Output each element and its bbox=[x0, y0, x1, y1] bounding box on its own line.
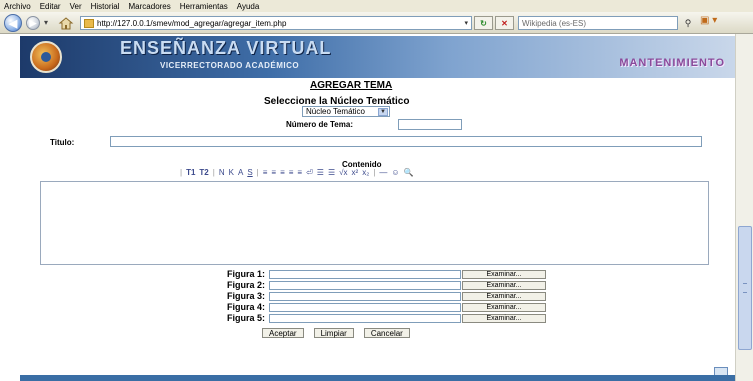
heading2-button[interactable]: T2 bbox=[199, 168, 208, 177]
align-center-icon[interactable]: ≡ bbox=[271, 168, 276, 177]
stop-button[interactable]: ✕ bbox=[495, 16, 514, 30]
figura-label: Figura 5: bbox=[226, 313, 265, 323]
menu-ver[interactable]: Ver bbox=[70, 2, 82, 11]
figura-file-input[interactable] bbox=[269, 269, 461, 279]
figura-label: Figura 4: bbox=[226, 302, 265, 312]
menu-herramientas[interactable]: Herramientas bbox=[180, 2, 228, 11]
history-dropdown-icon[interactable]: ▾ bbox=[44, 18, 48, 27]
browser-navbar: ◀ ▶ ▾ http://127.0.0.1/smev/mod_agregar/… bbox=[0, 12, 753, 34]
figura-file-input[interactable] bbox=[269, 280, 461, 290]
menu-marcadores[interactable]: Marcadores bbox=[129, 2, 171, 11]
figura-label: Figura 1: bbox=[226, 269, 265, 279]
footer-bar bbox=[20, 375, 735, 381]
reload-button[interactable]: ↻ bbox=[474, 16, 493, 30]
banner-title: ENSEÑANZA VIRTUAL bbox=[120, 38, 332, 58]
examinar-button[interactable]: Examinar... bbox=[462, 280, 546, 290]
forward-button[interactable]: ▶ bbox=[26, 16, 40, 30]
site-banner: ENSEÑANZA VIRTUAL VICERRECTORADO ACADÉMI… bbox=[20, 36, 735, 78]
search-icon[interactable]: 🔍 bbox=[404, 168, 414, 177]
subscript-button[interactable]: x₂ bbox=[362, 168, 369, 177]
font-size-button[interactable]: A bbox=[238, 168, 243, 177]
limpiar-button[interactable]: Limpiar bbox=[313, 328, 354, 338]
search-input[interactable]: Wikipedia (es-ES) bbox=[518, 16, 678, 30]
vertical-scrollbar[interactable] bbox=[735, 34, 753, 381]
figura-row-1: Figura 1: Examinar... bbox=[198, 269, 558, 279]
maintenance-label: MANTENIMIENTO bbox=[619, 57, 725, 69]
superscript-button[interactable]: x² bbox=[352, 168, 359, 177]
chevron-down-icon[interactable]: ▼ bbox=[378, 108, 388, 116]
toolbar-separator: | bbox=[373, 167, 376, 177]
search-icon[interactable]: ⚲ bbox=[680, 16, 696, 30]
browser-menubar: Archivo Editar Ver Historial Marcadores … bbox=[0, 0, 753, 12]
address-text: http://127.0.0.1/smev/mod_agregar/agrega… bbox=[97, 18, 287, 28]
titulo-label: Titulo: bbox=[50, 138, 75, 147]
examinar-button[interactable]: Examinar... bbox=[462, 313, 546, 323]
nucleo-select-value: Núcleo Temático bbox=[306, 107, 365, 116]
menu-ayuda[interactable]: Ayuda bbox=[237, 2, 260, 11]
toolbar-separator: | bbox=[180, 167, 183, 177]
heading1-button[interactable]: T1 bbox=[186, 168, 195, 177]
home-icon[interactable] bbox=[58, 16, 74, 30]
ordered-list-icon[interactable]: ☰ bbox=[317, 168, 324, 177]
figura-row-4: Figura 4: Examinar... bbox=[198, 302, 558, 312]
page-content: ENSEÑANZA VIRTUAL VICERRECTORADO ACADÉMI… bbox=[20, 36, 735, 381]
figura-file-input[interactable] bbox=[269, 302, 461, 312]
unordered-list-icon[interactable]: ☰ bbox=[328, 168, 335, 177]
nucleo-select[interactable]: Núcleo Temático ▼ bbox=[302, 106, 390, 117]
toolbar-separator: | bbox=[256, 167, 259, 177]
align-left-icon[interactable]: ≡ bbox=[263, 168, 268, 177]
horizontal-rule-icon[interactable]: — bbox=[379, 168, 387, 177]
figura-label: Figura 3: bbox=[226, 291, 265, 301]
menu-historial[interactable]: Historial bbox=[91, 2, 120, 11]
form-actions: Aceptar Limpiar Cancelar bbox=[262, 328, 410, 338]
university-logo bbox=[30, 41, 62, 73]
bold-button[interactable]: N bbox=[219, 168, 225, 177]
align-right-icon[interactable]: ≡ bbox=[280, 168, 285, 177]
italic-button[interactable]: K bbox=[229, 168, 234, 177]
editor-toolbar: | T1 T2 | N K A S | ≡ ≡ ≡ ≡ ≡ ⏎ ☰ ☰ √x x… bbox=[180, 166, 570, 178]
line-break-icon[interactable]: ⏎ bbox=[306, 168, 313, 177]
titulo-input[interactable] bbox=[110, 136, 702, 147]
content-editor[interactable] bbox=[40, 181, 709, 265]
sqrt-button[interactable]: √x bbox=[339, 168, 347, 177]
page-icon bbox=[84, 18, 94, 28]
address-dropdown-icon[interactable]: ▾ bbox=[464, 19, 468, 27]
examinar-button[interactable]: Examinar... bbox=[462, 291, 546, 301]
numero-tema-label: Número de Tema: bbox=[286, 120, 353, 129]
scrollbar-thumb[interactable] bbox=[738, 226, 752, 350]
figura-label: Figura 2: bbox=[226, 280, 265, 290]
emoticon-icon[interactable]: ☺ bbox=[391, 168, 399, 177]
examinar-button[interactable]: Examinar... bbox=[462, 269, 546, 279]
menu-archivo[interactable]: Archivo bbox=[4, 2, 31, 11]
underline-button[interactable]: S bbox=[247, 168, 252, 177]
go-controls: ↻ ✕ bbox=[474, 16, 514, 30]
align-justify-icon[interactable]: ≡ bbox=[289, 168, 294, 177]
aceptar-button[interactable]: Aceptar bbox=[262, 328, 304, 338]
toolbar-separator: | bbox=[212, 167, 215, 177]
left-margin bbox=[0, 34, 20, 381]
page-title: AGREGAR TEMA bbox=[310, 80, 393, 91]
banner-subtitle: VICERRECTORADO ACADÉMICO bbox=[160, 61, 300, 70]
figura-row-2: Figura 2: Examinar... bbox=[198, 280, 558, 290]
back-button[interactable]: ◀ bbox=[4, 14, 22, 32]
figura-file-input[interactable] bbox=[269, 291, 461, 301]
menu-editar[interactable]: Editar bbox=[40, 2, 61, 11]
cancelar-button[interactable]: Cancelar bbox=[363, 328, 410, 338]
figura-row-5: Figura 5: Examinar... bbox=[198, 313, 558, 323]
examinar-button[interactable]: Examinar... bbox=[462, 302, 546, 312]
figura-row-3: Figura 3: Examinar... bbox=[198, 291, 558, 301]
indent-icon[interactable]: ≡ bbox=[297, 168, 302, 177]
toolbar-extras-icon[interactable]: ▣ ▾ bbox=[700, 15, 740, 31]
address-bar[interactable]: http://127.0.0.1/smev/mod_agregar/agrega… bbox=[80, 16, 472, 30]
figura-file-input[interactable] bbox=[269, 313, 461, 323]
search-engine-label: Wikipedia (es-ES) bbox=[522, 18, 587, 28]
numero-tema-input[interactable] bbox=[398, 119, 462, 130]
